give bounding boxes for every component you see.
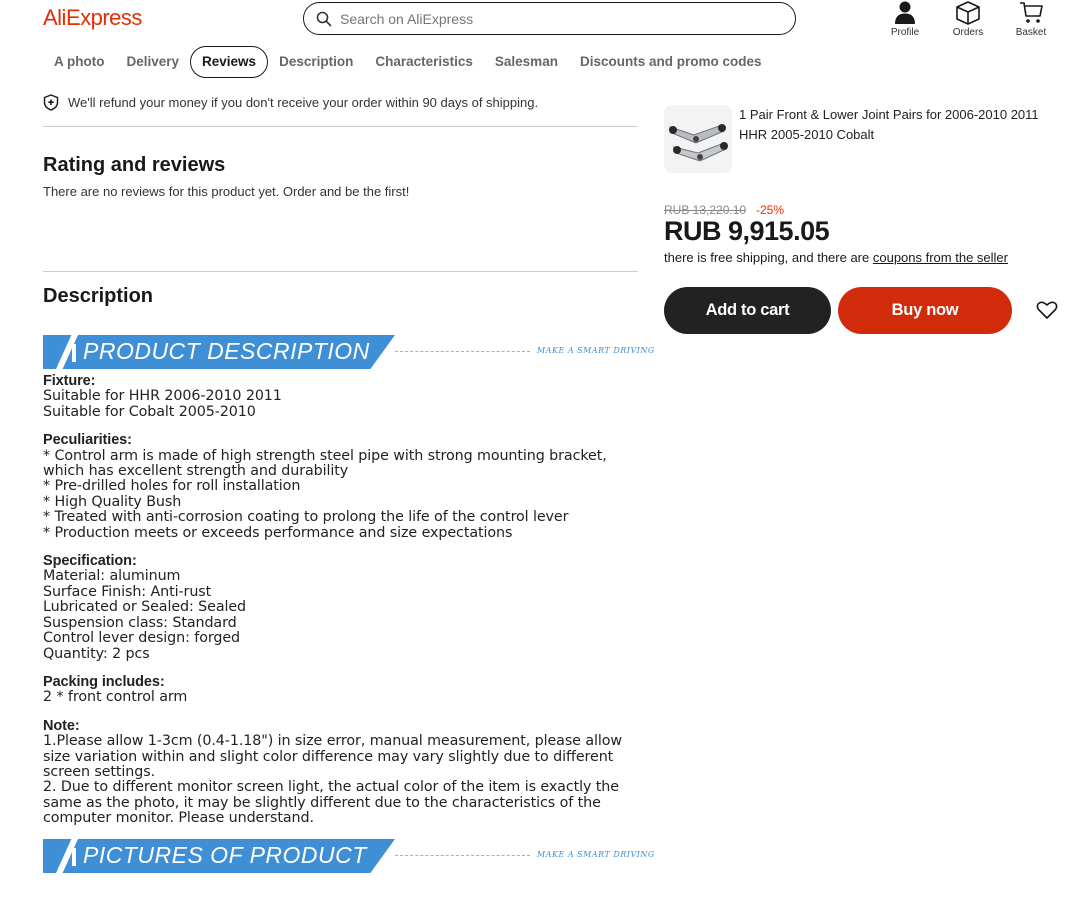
specification-label: Specification: <box>43 553 137 570</box>
tab-discounts[interactable]: Discounts and promo codes <box>569 46 773 78</box>
spec-line: Control lever design: forged <box>43 630 241 647</box>
banner-tagline: MAKE A SMART DRIVING <box>537 346 655 355</box>
peculiarity-line: * Treated with anti-corrosion coating to… <box>43 509 569 526</box>
banner-dashed-line <box>395 855 530 856</box>
description-body: Fixture: Suitable for HHR 2006-2010 2011… <box>43 373 633 840</box>
product-tabs: A photo Delivery Reviews Description Cha… <box>43 46 772 78</box>
banner-title: PICTURES OF PRODUCT <box>83 842 367 868</box>
divider <box>43 271 638 272</box>
current-price: RUB 9,915.05 <box>664 216 830 246</box>
discount-badge: -25% <box>756 203 785 217</box>
spec-line: Suspension class: Standard <box>43 614 237 631</box>
spec-line: Material: aluminum <box>43 568 181 585</box>
fixture-label: Fixture: <box>43 373 96 389</box>
buy-now-button[interactable]: Buy now <box>838 287 1012 334</box>
search-input[interactable] <box>340 10 760 27</box>
aliexpress-logo[interactable]: AliExpress <box>43 5 142 31</box>
refund-text: We'll refund your money if you don't rec… <box>68 95 539 110</box>
spec-line: Lubricated or Sealed: Sealed <box>43 599 247 616</box>
packing-label: Packing includes: <box>43 673 165 690</box>
old-price: RUB 13,220.10 <box>664 203 747 217</box>
specification-section: Specification: Material: aluminum Surfac… <box>43 553 633 662</box>
product-description-banner: PRODUCT DESCRIPTION MAKE A SMART DRIVING <box>43 335 654 369</box>
tab-salesman[interactable]: Salesman <box>484 46 569 78</box>
tab-reviews[interactable]: Reviews <box>190 46 269 78</box>
divider <box>43 126 638 127</box>
spec-line: Quantity: 2 pcs <box>43 645 150 662</box>
refund-notice: We'll refund your money if you don't rec… <box>43 94 538 111</box>
fixture-section: Fixture: Suitable for HHR 2006-2010 2011… <box>43 373 633 420</box>
packing-section: Packing includes: 2 * front control arm <box>43 673 633 706</box>
tab-characteristics[interactable]: Characteristics <box>364 46 484 78</box>
heart-icon <box>1036 301 1058 319</box>
note-line: 2. Due to different monitor screen light… <box>43 779 619 827</box>
user-icon <box>895 1 915 24</box>
fixture-line: Suitable for HHR 2006-2010 2011 <box>43 388 282 405</box>
shield-icon <box>43 94 59 111</box>
orders-button[interactable]: Orders <box>943 0 993 38</box>
profile-button[interactable]: Profile <box>880 0 930 38</box>
shipping-info: there is free shipping, and there are co… <box>664 250 1008 265</box>
profile-label: Profile <box>890 27 920 38</box>
note-section: Note: 1.Please allow 1-3cm (0.4-1.18") i… <box>43 717 633 827</box>
product-thumbnail[interactable] <box>664 105 732 173</box>
tab-photo[interactable]: A photo <box>43 46 115 78</box>
shipping-text: there is free shipping, and there are <box>664 250 873 265</box>
banner-title: PRODUCT DESCRIPTION <box>83 338 370 364</box>
pictures-of-product-banner: PICTURES OF PRODUCT MAKE A SMART DRIVING <box>43 839 654 873</box>
note-line: 1.Please allow 1-3cm (0.4-1.18") in size… <box>43 733 622 780</box>
tab-delivery[interactable]: Delivery <box>115 46 190 78</box>
banner-tagline: MAKE A SMART DRIVING <box>537 850 655 859</box>
basket-label: Basket <box>1015 27 1047 38</box>
peculiarity-line: * Production meets or exceeds performanc… <box>43 524 513 541</box>
peculiarity-line: * Control arm is made of high strength s… <box>43 447 607 480</box>
reviews-title: Rating and reviews <box>43 154 226 176</box>
peculiarities-label: Peculiarities: <box>43 432 132 449</box>
box-icon <box>956 1 980 25</box>
basket-button[interactable]: Basket <box>1006 0 1056 38</box>
fixture-line: Suitable for Cobalt 2005-2010 <box>43 403 256 420</box>
search-icon <box>316 11 332 26</box>
no-reviews-text: There are no reviews for this product ye… <box>43 184 410 199</box>
peculiarities-section: Peculiarities: * Control arm is made of … <box>43 432 633 541</box>
control-arm-image <box>664 105 732 173</box>
orders-label: Orders <box>952 27 984 38</box>
description-title: Description <box>43 285 154 307</box>
cart-icon <box>1020 2 1043 23</box>
tab-description[interactable]: Description <box>268 46 364 78</box>
search-bar[interactable] <box>303 2 796 35</box>
product-title[interactable]: 1 Pair Front & Lower Joint Pairs for 200… <box>739 105 1059 145</box>
banner-bar-decoration <box>72 848 76 866</box>
banner-bar-decoration <box>72 344 76 362</box>
add-to-cart-button[interactable]: Add to cart <box>664 287 831 334</box>
peculiarity-line: * Pre-drilled holes for roll installatio… <box>43 478 301 495</box>
spec-line: Surface Finish: Anti-rust <box>43 583 212 600</box>
packing-line: 2 * front control arm <box>43 689 188 706</box>
banner-dashed-line <box>395 351 530 352</box>
note-label: Note: <box>43 717 80 734</box>
wishlist-button[interactable] <box>1036 299 1058 326</box>
peculiarity-line: * High Quality Bush <box>43 493 182 510</box>
coupons-link[interactable]: coupons from the seller <box>873 250 1008 265</box>
